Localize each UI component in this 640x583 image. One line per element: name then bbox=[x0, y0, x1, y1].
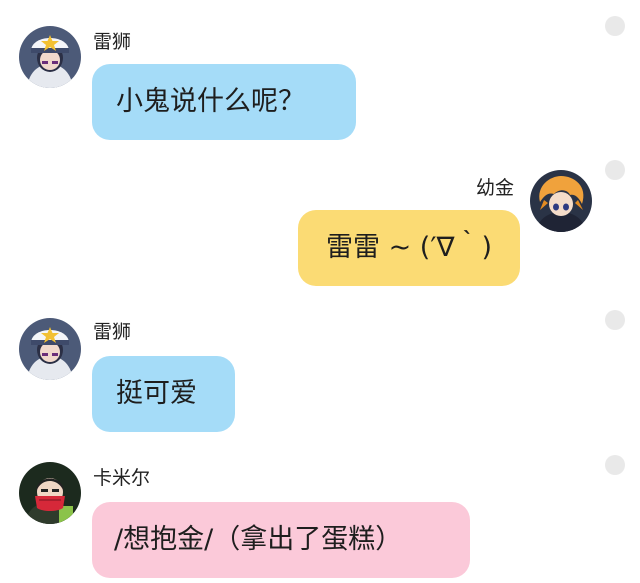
sender-name: 雷狮 bbox=[93, 321, 132, 343]
message-status-dot bbox=[605, 455, 625, 475]
sender-name: 雷狮 bbox=[93, 31, 132, 53]
leishi-avatar-icon[interactable] bbox=[19, 26, 81, 88]
leishi-avatar-icon[interactable] bbox=[19, 318, 81, 380]
chat-area: 雷狮 小鬼说什么呢？ 幼金 雷雷 ~ (′∇｀) 雷狮 挺可爱 卡米尔 /想抱金… bbox=[0, 0, 640, 583]
message-bubble[interactable]: /想抱金/（拿出了蛋糕） bbox=[92, 502, 470, 578]
message-bubble[interactable]: 雷雷 ~ (′∇｀) bbox=[298, 210, 520, 286]
message-status-dot bbox=[605, 160, 625, 180]
message-status-dot bbox=[605, 310, 625, 330]
message-bubble[interactable]: 挺可爱 bbox=[92, 356, 235, 432]
youjin-avatar-icon[interactable] bbox=[530, 170, 592, 232]
message-bubble[interactable]: 小鬼说什么呢？ bbox=[92, 64, 356, 140]
sender-name: 幼金 bbox=[476, 177, 515, 199]
sender-name: 卡米尔 bbox=[93, 467, 151, 489]
message-status-dot bbox=[605, 16, 625, 36]
kamier-avatar-icon[interactable] bbox=[19, 462, 81, 524]
